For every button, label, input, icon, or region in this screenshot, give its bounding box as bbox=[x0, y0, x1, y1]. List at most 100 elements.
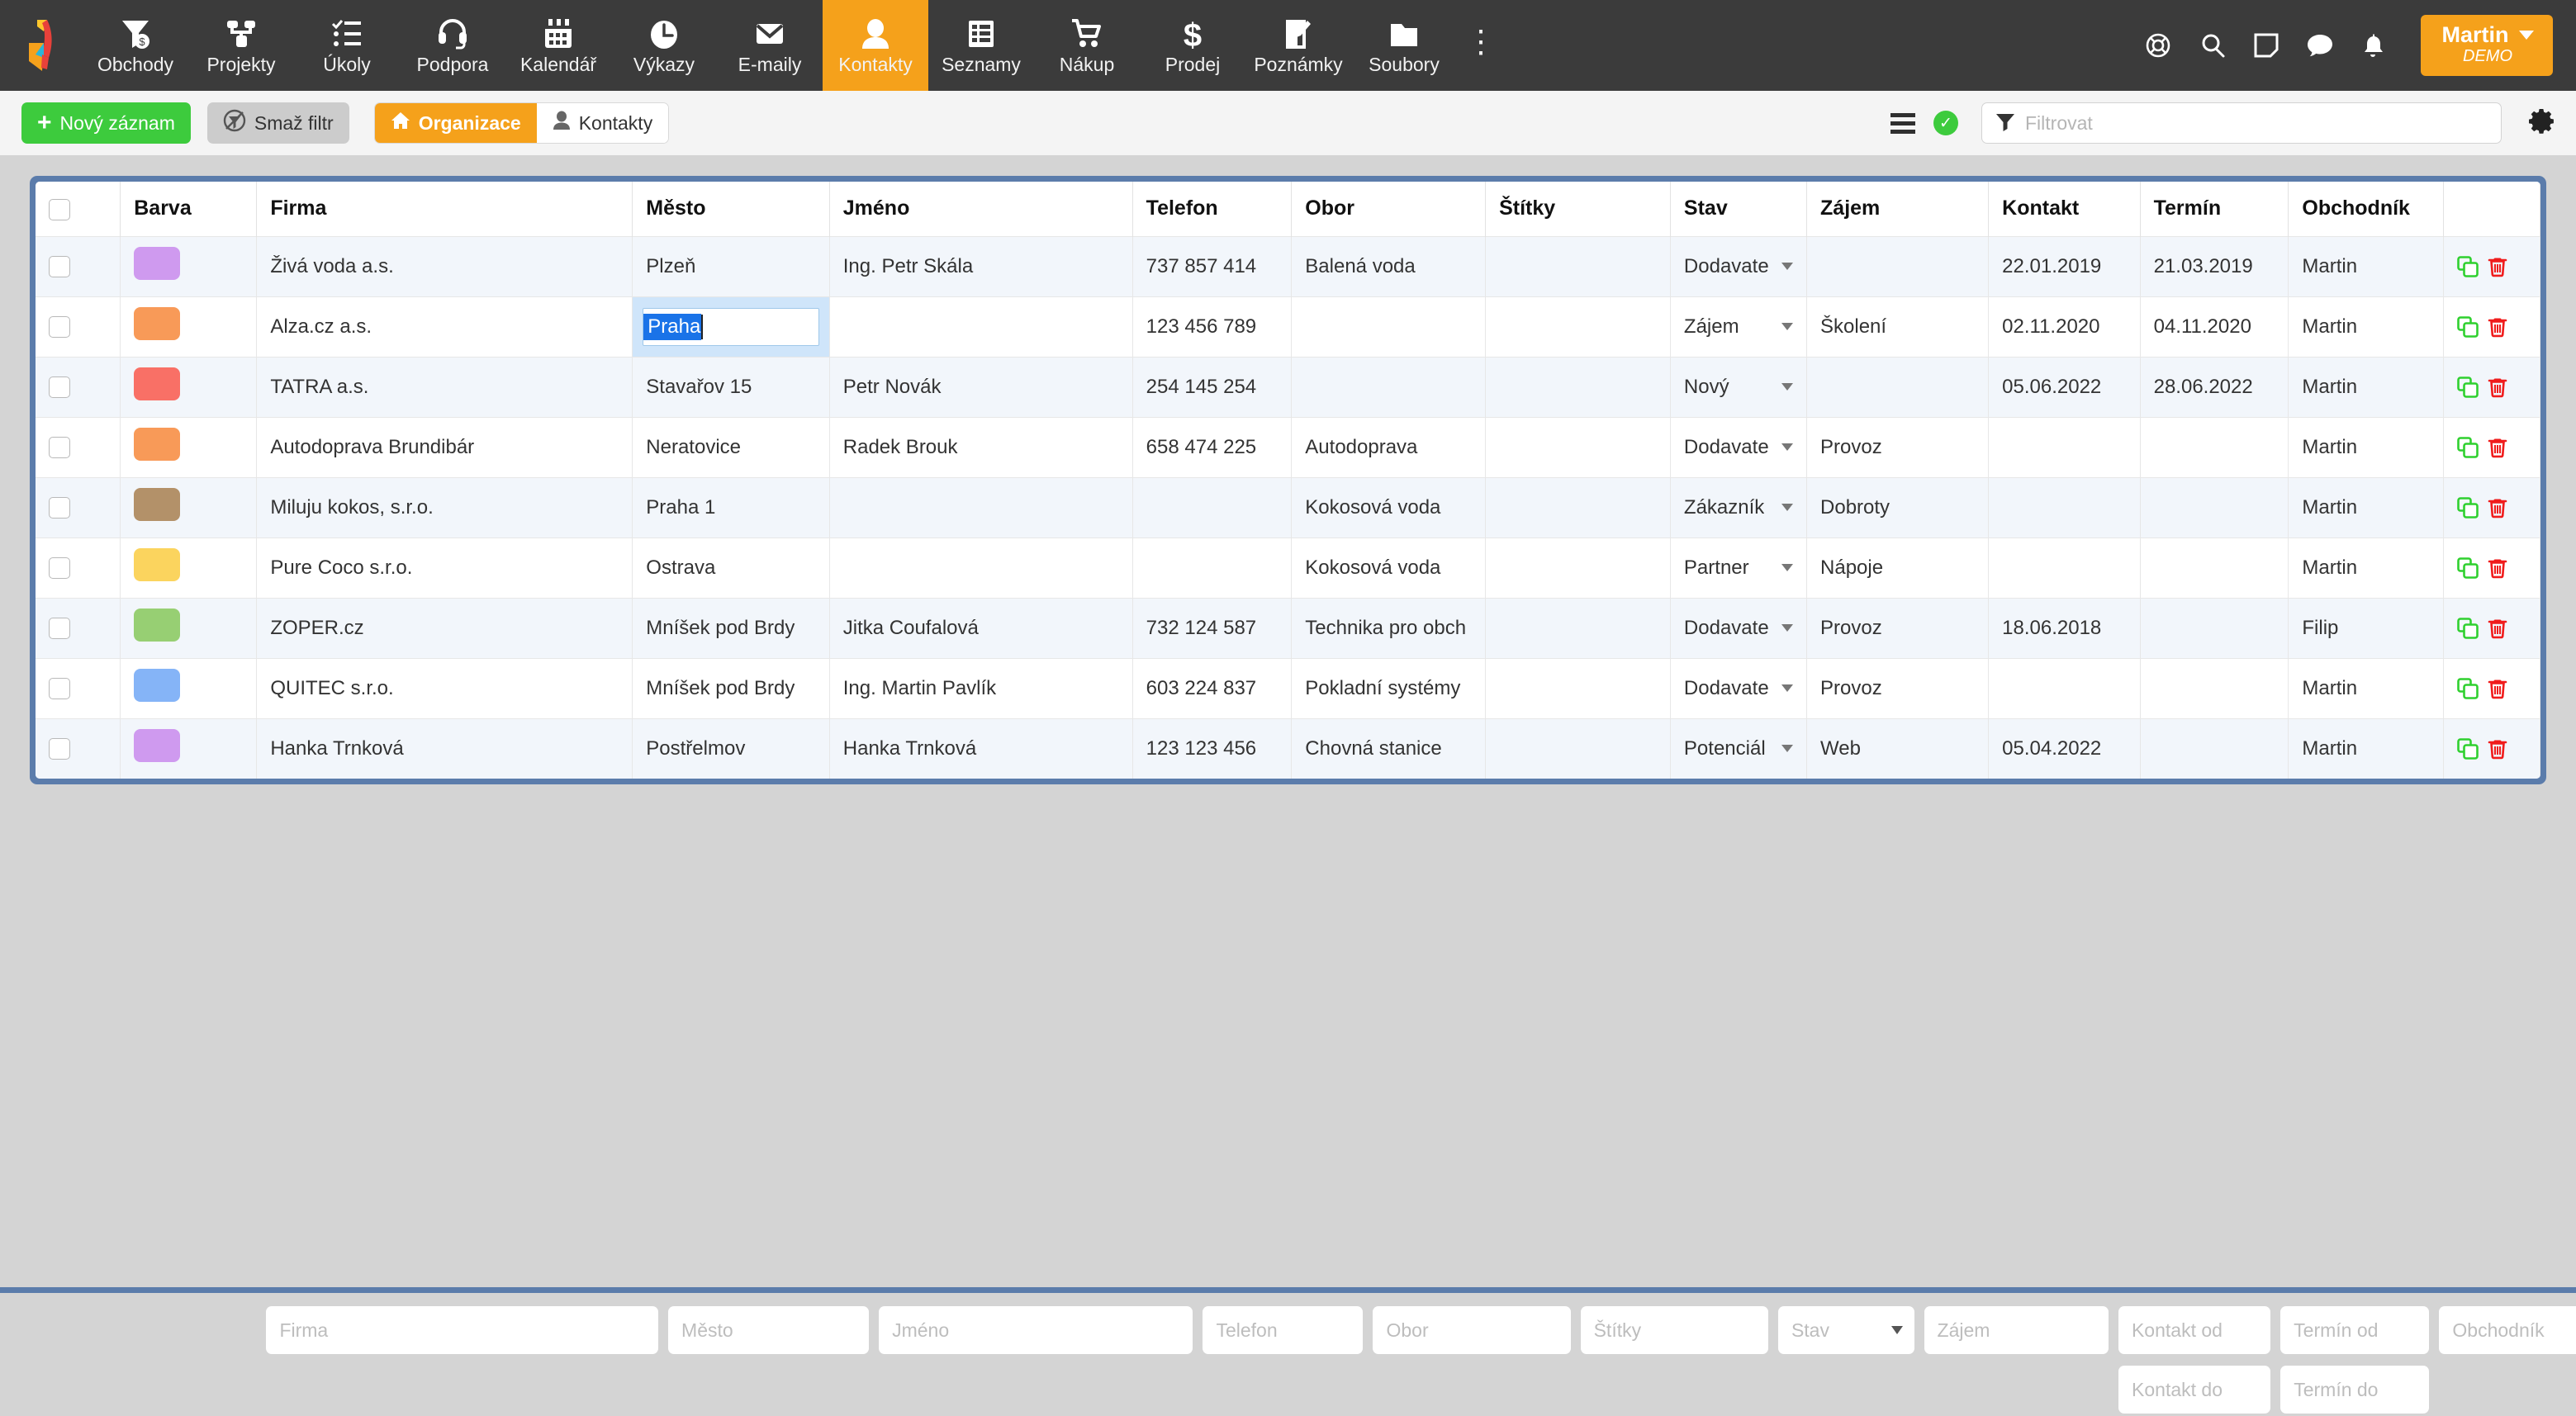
cell-stav[interactable]: Partner bbox=[1670, 537, 1808, 598]
cell-barva[interactable] bbox=[120, 356, 258, 417]
cell-kontakt[interactable]: 05.06.2022 bbox=[1988, 356, 2141, 417]
cell-stitky[interactable] bbox=[1485, 356, 1671, 417]
cell-stitky[interactable] bbox=[1485, 235, 1671, 296]
cell-zajem[interactable]: Provoz bbox=[1806, 657, 1990, 718]
filter-input[interactable] bbox=[2025, 111, 2488, 135]
cell-jmeno[interactable]: Ing. Petr Skála bbox=[829, 235, 1133, 296]
filter-input-stitky[interactable] bbox=[1580, 1306, 1768, 1354]
copy-icon[interactable] bbox=[2456, 315, 2479, 338]
nav-item-obchody[interactable]: $ Obchody bbox=[83, 0, 188, 91]
cell-zajem[interactable]: Web bbox=[1806, 717, 1990, 779]
nav-item-vykazy[interactable]: Výkazy bbox=[611, 0, 717, 91]
nav-item-projekty[interactable]: Projekty bbox=[188, 0, 294, 91]
row-checkbox[interactable] bbox=[49, 618, 70, 640]
nav-item-poznamky[interactable]: Poznámky bbox=[1245, 0, 1351, 91]
header-barva[interactable]: Barva bbox=[120, 182, 258, 236]
copy-icon[interactable] bbox=[2456, 436, 2479, 458]
table-row[interactable]: Živá voda a.s. Plzeň Ing. Petr Skála 737 85… bbox=[36, 235, 2540, 296]
header-stitky[interactable]: Štítky bbox=[1485, 182, 1671, 236]
sticky-note-icon[interactable] bbox=[2254, 33, 2279, 58]
cell-termin[interactable] bbox=[2140, 717, 2289, 779]
cell-termin[interactable] bbox=[2140, 476, 2289, 538]
cell-telefon[interactable]: 254 145 254 bbox=[1132, 356, 1293, 417]
cell-jmeno[interactable]: Ing. Martin Pavlík bbox=[829, 657, 1133, 718]
cell-stitky[interactable] bbox=[1485, 537, 1671, 598]
cell-barva[interactable] bbox=[120, 657, 258, 718]
cell-firma[interactable]: Alza.cz a.s. bbox=[256, 296, 633, 357]
cell-kontakt[interactable] bbox=[1988, 537, 2141, 598]
cell-mesto[interactable]: Mníšek pod Brdy bbox=[632, 597, 830, 658]
cell-barva[interactable] bbox=[120, 235, 258, 296]
cell-telefon[interactable]: 603 224 837 bbox=[1132, 657, 1293, 718]
cell-select[interactable] bbox=[36, 717, 121, 779]
header-obor[interactable]: Obor bbox=[1291, 182, 1487, 236]
cell-telefon[interactable] bbox=[1132, 537, 1293, 598]
cell-stav[interactable]: Dodavate bbox=[1670, 657, 1808, 718]
stav-dropdown[interactable]: Zákazník bbox=[1684, 496, 1794, 519]
stav-dropdown[interactable]: Dodavate bbox=[1684, 617, 1794, 640]
cell-zajem[interactable] bbox=[1806, 235, 1990, 296]
copy-icon[interactable] bbox=[2456, 737, 2479, 760]
nav-item-seznamy[interactable]: Seznamy bbox=[928, 0, 1034, 91]
list-lines-icon[interactable] bbox=[1890, 112, 1915, 134]
mesto-edit-input[interactable]: Praha bbox=[643, 307, 819, 346]
trash-icon[interactable] bbox=[2487, 738, 2508, 760]
cell-select[interactable] bbox=[36, 657, 121, 718]
app-logo[interactable] bbox=[0, 0, 83, 91]
cell-telefon[interactable]: 123 123 456 bbox=[1132, 717, 1293, 779]
cell-firma[interactable]: Miluju kokos, s.r.o. bbox=[256, 476, 633, 538]
cell-telefon[interactable]: 658 474 225 bbox=[1132, 416, 1293, 477]
cell-obor[interactable]: Kokosová voda bbox=[1291, 476, 1487, 538]
cell-telefon[interactable]: 737 857 414 bbox=[1132, 235, 1293, 296]
cell-jmeno[interactable]: Jitka Coufalová bbox=[829, 597, 1133, 658]
row-checkbox[interactable] bbox=[49, 497, 70, 519]
cell-zajem[interactable]: Dobroty bbox=[1806, 476, 1990, 538]
cell-stitky[interactable] bbox=[1485, 597, 1671, 658]
cell-barva[interactable] bbox=[120, 476, 258, 538]
cell-mesto-editing[interactable]: Praha bbox=[632, 296, 830, 357]
cell-obchodnik[interactable]: Martin bbox=[2288, 717, 2444, 779]
cell-select[interactable] bbox=[36, 356, 121, 417]
copy-icon[interactable] bbox=[2456, 496, 2479, 519]
filter-select-stav[interactable]: Stav bbox=[1777, 1306, 1914, 1354]
cell-termin[interactable] bbox=[2140, 537, 2289, 598]
trash-icon[interactable] bbox=[2487, 376, 2508, 398]
table-row[interactable]: TATRA a.s. Stavařov 15 Petr Novák 254 145 2… bbox=[36, 356, 2540, 417]
cell-barva[interactable] bbox=[120, 597, 258, 658]
stav-dropdown[interactable]: Potenciál bbox=[1684, 737, 1794, 760]
cell-mesto[interactable]: Stavařov 15 bbox=[632, 356, 830, 417]
cell-zajem[interactable]: Provoz bbox=[1806, 416, 1990, 477]
nav-item-podpora[interactable]: Podpora bbox=[400, 0, 505, 91]
table-row[interactable]: Alza.cz a.s. Praha 123 456 789 Zájem Školení… bbox=[36, 296, 2540, 357]
cell-stitky[interactable] bbox=[1485, 476, 1671, 538]
cell-firma[interactable]: ZOPER.cz bbox=[256, 597, 633, 658]
trash-icon[interactable] bbox=[2487, 437, 2508, 458]
filter-input-jmeno[interactable] bbox=[879, 1306, 1193, 1354]
cell-obor[interactable]: Chovná stanice bbox=[1291, 717, 1487, 779]
stav-dropdown[interactable]: Dodavate bbox=[1684, 436, 1794, 459]
cell-obchodnik[interactable]: Martin bbox=[2288, 657, 2444, 718]
select-all-checkbox[interactable] bbox=[49, 198, 70, 220]
cell-barva[interactable] bbox=[120, 537, 258, 598]
cell-stav[interactable]: Potenciál bbox=[1670, 717, 1808, 779]
header-telefon[interactable]: Telefon bbox=[1132, 182, 1293, 236]
cell-jmeno[interactable]: Hanka Trnková bbox=[829, 717, 1133, 779]
cell-stitky[interactable] bbox=[1485, 296, 1671, 357]
cell-select[interactable] bbox=[36, 416, 121, 477]
copy-icon[interactable] bbox=[2456, 617, 2479, 639]
cell-obchodnik[interactable]: Martin bbox=[2288, 296, 2444, 357]
cell-obor[interactable]: Kokosová voda bbox=[1291, 537, 1487, 598]
header-kontakt[interactable]: Kontakt bbox=[1988, 182, 2141, 236]
filter-input-mesto[interactable] bbox=[668, 1306, 870, 1354]
table-row[interactable]: Autodoprava Brundibár Neratovice Radek Bro… bbox=[36, 416, 2540, 477]
row-checkbox[interactable] bbox=[49, 738, 70, 760]
cell-kontakt[interactable]: 02.11.2020 bbox=[1988, 296, 2141, 357]
cell-stav[interactable]: Zájem bbox=[1670, 296, 1808, 357]
nav-item-ukoly[interactable]: Úkoly bbox=[294, 0, 400, 91]
trash-icon[interactable] bbox=[2487, 256, 2508, 277]
header-obchodnik[interactable]: Obchodník bbox=[2288, 182, 2444, 236]
cell-select[interactable] bbox=[36, 537, 121, 598]
row-checkbox[interactable] bbox=[49, 678, 70, 700]
check-circle-icon[interactable]: ✓ bbox=[1933, 111, 1958, 135]
cell-stav[interactable]: Dodavate bbox=[1670, 235, 1808, 296]
